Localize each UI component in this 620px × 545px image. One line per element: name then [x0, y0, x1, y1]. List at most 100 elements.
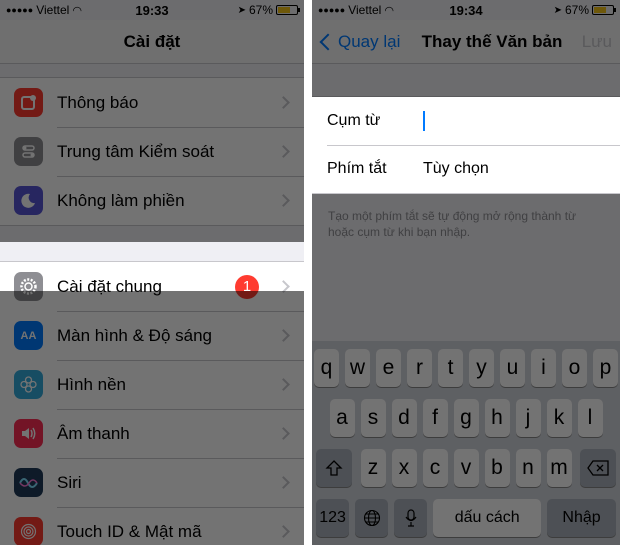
location-icon: ➤ — [553, 4, 562, 16]
key-w[interactable]: w — [345, 349, 370, 387]
phrase-field[interactable]: Cụm từ — [312, 97, 620, 145]
key-d[interactable]: d — [391, 399, 417, 437]
notification-badge: 1 — [235, 274, 259, 299]
delete-icon — [587, 460, 609, 476]
shift-icon — [325, 460, 343, 476]
back-button[interactable]: Quay lại — [318, 32, 400, 52]
microphone-icon — [405, 509, 417, 527]
key-t[interactable]: t — [438, 349, 463, 387]
key-r[interactable]: r — [407, 349, 432, 387]
key-z[interactable]: z — [360, 449, 386, 487]
key-y[interactable]: y — [469, 349, 494, 387]
display-icon: AA — [14, 321, 43, 350]
key-k[interactable]: k — [546, 399, 572, 437]
back-label: Quay lại — [338, 31, 401, 51]
settings-item-label: Touch ID & Mật mã — [57, 521, 202, 541]
key-o[interactable]: o — [562, 349, 587, 387]
key-l[interactable]: l — [577, 399, 603, 437]
settings-group-1: Thông báo Trung tâm Kiểm soát Không làm … — [0, 77, 304, 226]
key-g[interactable]: g — [453, 399, 479, 437]
settings-item-do-not-disturb[interactable]: Không làm phiền — [0, 176, 304, 225]
battery-icon — [276, 5, 300, 15]
carrier-label: Viettel — [36, 3, 70, 17]
chevron-right-icon — [277, 427, 290, 440]
settings-item-sound[interactable]: Âm thanh — [0, 409, 304, 458]
return-key[interactable]: Nhập — [547, 499, 617, 537]
key-i[interactable]: i — [531, 349, 556, 387]
shortcut-label: Phím tắt — [327, 160, 387, 177]
text-cursor — [423, 111, 425, 131]
keyboard-row-2: asdfghjkl — [312, 399, 620, 437]
key-f[interactable]: f — [422, 399, 448, 437]
settings-item-label: Siri — [57, 472, 82, 492]
settings-item-label: Màn hình & Độ sáng — [57, 325, 212, 345]
keyboard: qwertyuiop asdfghjkl zxcvbnm 123 dấu các… — [312, 341, 620, 545]
page-title: Cài đặt — [123, 31, 181, 51]
settings-item-general[interactable]: Cài đặt chung 1 — [0, 262, 304, 311]
settings-item-label: Thông báo — [57, 92, 139, 112]
page-title: Thay thế Văn bản — [421, 31, 563, 51]
moon-icon — [14, 186, 43, 215]
control-center-icon — [14, 137, 43, 166]
shift-key[interactable] — [316, 449, 352, 487]
settings-screen: ●●●●● Viettel ◠ 19:33 ➤ 67% Cài đặt Thôn… — [0, 0, 304, 545]
settings-item-control-center[interactable]: Trung tâm Kiểm soát — [0, 127, 304, 176]
signal-icon: ●●●●● — [6, 5, 34, 15]
numbers-key[interactable]: 123 — [316, 499, 350, 537]
key-v[interactable]: v — [453, 449, 479, 487]
key-e[interactable]: e — [376, 349, 401, 387]
siri-icon — [14, 468, 43, 497]
settings-item-label: Âm thanh — [57, 423, 130, 443]
settings-item-display[interactable]: AA Màn hình & Độ sáng — [0, 311, 304, 360]
space-key[interactable]: dấu cách — [433, 499, 542, 537]
sound-icon — [14, 419, 43, 448]
key-p[interactable]: p — [593, 349, 618, 387]
save-button[interactable]: Lưu — [582, 32, 612, 52]
replacement-form: Cụm từ Phím tắt Tùy chọn — [312, 96, 620, 194]
key-m[interactable]: m — [546, 449, 572, 487]
settings-item-label: Hình nền — [57, 374, 126, 394]
settings-item-wallpaper[interactable]: Hình nền — [0, 360, 304, 409]
keyboard-row-1: qwertyuiop — [312, 349, 620, 387]
battery-icon — [592, 5, 616, 15]
hint-text: Tạo một phím tắt sẽ tự động mở rộng thàn… — [328, 209, 577, 239]
chevron-right-icon — [277, 96, 290, 109]
shortcut-field[interactable]: Phím tắt Tùy chọn — [312, 145, 620, 193]
notifications-icon — [14, 88, 43, 117]
text-replacement-screen: ●●●●● Viettel ◠ 19:34 ➤ 67% Quay lại Tha… — [312, 0, 620, 545]
key-h[interactable]: h — [484, 399, 510, 437]
settings-item-label: Không làm phiền — [57, 190, 185, 210]
key-u[interactable]: u — [500, 349, 525, 387]
key-q[interactable]: q — [314, 349, 339, 387]
chevron-right-icon — [277, 194, 290, 207]
chevron-right-icon — [277, 378, 290, 391]
keyboard-row-4: 123 dấu cách Nhập — [312, 499, 620, 537]
chevron-left-icon — [319, 33, 337, 50]
status-bar: ●●●●● Viettel ◠ 19:34 ➤ 67% — [312, 0, 620, 20]
delete-key[interactable] — [580, 449, 616, 487]
globe-key[interactable] — [355, 499, 389, 537]
settings-item-touch-id[interactable]: Touch ID & Mật mã — [0, 507, 304, 545]
key-a[interactable]: a — [329, 399, 355, 437]
key-n[interactable]: n — [515, 449, 541, 487]
key-c[interactable]: c — [422, 449, 448, 487]
nav-bar: Quay lại Thay thế Văn bản Lưu — [312, 20, 620, 64]
wifi-icon: ◠ — [384, 4, 394, 17]
settings-item-notifications[interactable]: Thông báo — [0, 78, 304, 127]
key-j[interactable]: j — [515, 399, 541, 437]
globe-icon — [363, 509, 380, 527]
fingerprint-icon — [14, 517, 43, 545]
chevron-right-icon — [277, 329, 290, 342]
phrase-label: Cụm từ — [327, 112, 381, 129]
key-b[interactable]: b — [484, 449, 510, 487]
settings-item-siri[interactable]: Siri — [0, 458, 304, 507]
chevron-right-icon — [277, 476, 290, 489]
key-x[interactable]: x — [391, 449, 417, 487]
location-icon: ➤ — [237, 4, 246, 16]
wallpaper-icon — [14, 370, 43, 399]
nav-bar: Cài đặt — [0, 20, 304, 64]
key-s[interactable]: s — [360, 399, 386, 437]
carrier-label: Viettel — [348, 3, 382, 17]
battery-percent: 67% — [564, 3, 589, 17]
dictation-key[interactable] — [394, 499, 428, 537]
